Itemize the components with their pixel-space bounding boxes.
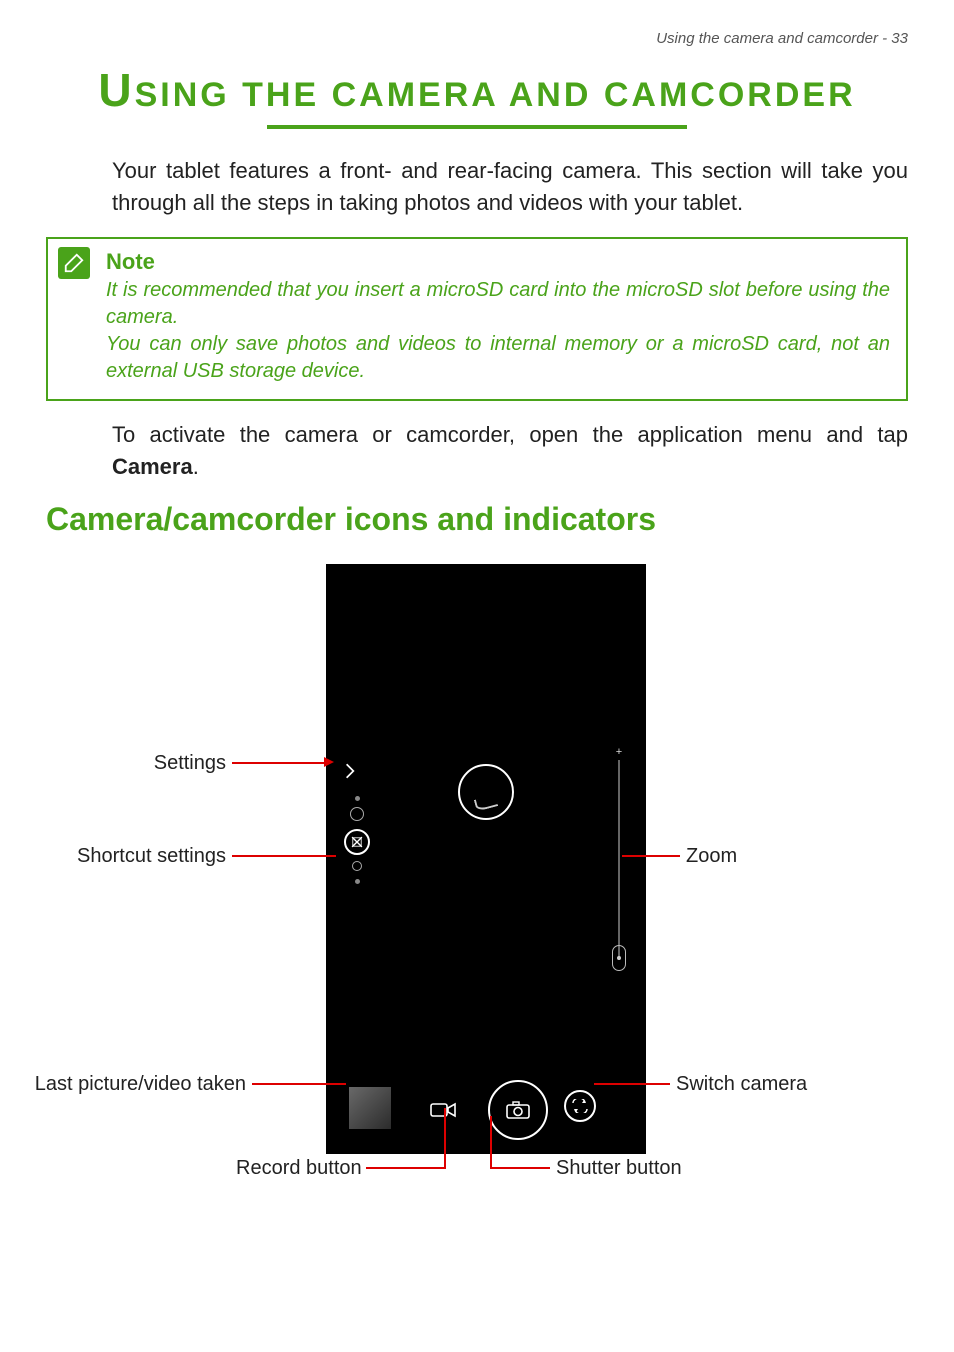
leader-record-h <box>366 1167 444 1169</box>
leader-record-v <box>444 1108 446 1169</box>
leader-shutter-v <box>490 1116 492 1169</box>
switch-camera-button[interactable] <box>564 1090 596 1122</box>
last-picture-thumbnail[interactable] <box>348 1086 392 1130</box>
zoom-plus-icon: + <box>612 746 626 758</box>
arrow-settings <box>324 757 334 767</box>
after-note-bold: Camera <box>112 454 193 479</box>
callout-settings: Settings <box>146 752 226 775</box>
callout-record: Record button <box>236 1157 362 1180</box>
note-icon <box>58 247 90 279</box>
shortcut-dot2-icon <box>355 879 360 884</box>
zoom-slider-handle[interactable] <box>612 945 626 971</box>
after-note-paragraph: To activate the camera or camcorder, ope… <box>112 419 908 483</box>
leader-shutter-h <box>492 1167 550 1169</box>
figure: + Settings Shortcut settings <box>46 562 908 1212</box>
note-box: Note It is recommended that you insert a… <box>46 237 908 401</box>
shortcut-settings-column[interactable] <box>344 796 370 890</box>
focus-ring-icon <box>458 764 514 820</box>
note-title: Note <box>106 249 890 275</box>
callout-zoom: Zoom <box>686 845 737 868</box>
page-title: USING THE CAMERA AND CAMCORDER <box>46 63 908 117</box>
callout-switch: Switch camera <box>676 1073 807 1096</box>
running-head: Using the camera and camcorder - 33 <box>46 30 908 47</box>
callout-shutter: Shutter button <box>556 1157 682 1180</box>
after-note-pre: To activate the camera or camcorder, ope… <box>112 422 908 447</box>
camera-controls <box>326 1066 646 1154</box>
note-body-1: It is recommended that you insert a micr… <box>106 277 890 331</box>
leader-settings <box>232 762 324 764</box>
zoom-slider-track[interactable] <box>618 760 620 960</box>
camera-screenshot: + <box>326 564 646 1154</box>
shortcut-main-icon[interactable] <box>344 829 370 855</box>
shortcut-ring-icon <box>350 807 364 821</box>
camera-viewport: + <box>332 570 640 1064</box>
after-note-post: . <box>193 454 199 479</box>
shortcut-dot-icon <box>355 796 360 801</box>
title-dropcap: U <box>98 64 134 116</box>
title-underline <box>267 125 687 129</box>
callout-shortcut: Shortcut settings <box>66 845 226 868</box>
intro-paragraph: Your tablet features a front- and rear-f… <box>112 155 908 219</box>
leader-zoom <box>622 855 680 857</box>
callout-last: Last picture/video taken <box>16 1073 246 1096</box>
settings-chevron-icon[interactable] <box>344 762 356 780</box>
shortcut-ring2-icon <box>352 861 362 871</box>
section-heading: Camera/camcorder icons and indicators <box>46 501 908 538</box>
record-button[interactable] <box>424 1091 462 1129</box>
leader-shortcut <box>232 855 336 857</box>
shutter-button[interactable] <box>488 1080 548 1140</box>
leader-last <box>252 1083 346 1085</box>
note-body-2: You can only save photos and videos to i… <box>106 331 890 385</box>
document-page: Using the camera and camcorder - 33 USIN… <box>0 0 954 1352</box>
leader-switch <box>594 1083 670 1085</box>
title-rest: SING THE CAMERA AND CAMCORDER <box>135 76 856 114</box>
